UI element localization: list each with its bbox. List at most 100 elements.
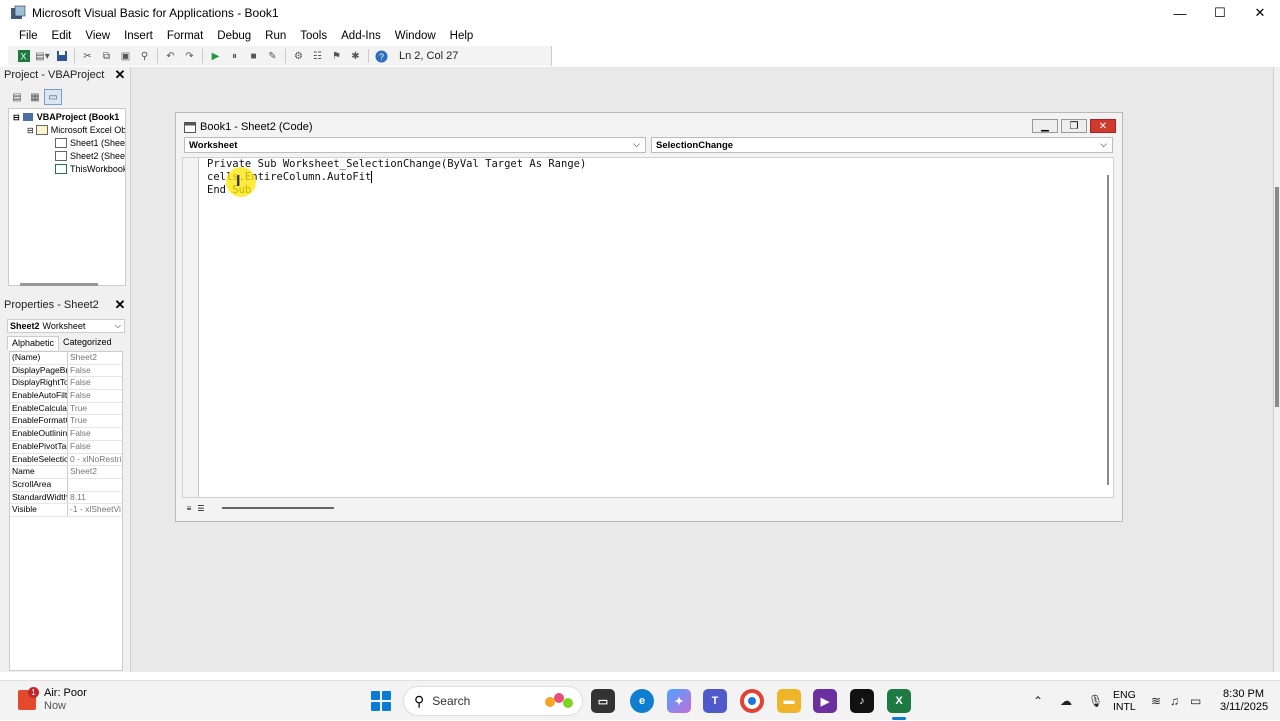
tree-item-vbaproject[interactable]: ⊟ VBAProject (Book1 [13,112,119,122]
project-explorer-icon[interactable]: ⚙ [289,48,308,64]
wifi-icon[interactable]: ≋ [1151,681,1161,721]
microphone-icon[interactable]: 🎙 [1088,681,1103,721]
maximize-button[interactable]: ☐ [1200,0,1240,26]
property-row[interactable]: DisplayRightTo False [10,377,122,391]
properties-header: Properties - Sheet2 ✕ [4,296,127,314]
menu-debug[interactable]: Debug [217,30,251,42]
file-explorer-icon[interactable]: ▬ [777,689,801,713]
property-row[interactable]: EnableCalculati True [10,402,122,416]
toggle-folders-icon[interactable]: ▭ [44,89,62,105]
cloud-sync-icon[interactable]: ☁ [1060,681,1072,721]
help-icon[interactable]: ? [372,48,391,64]
save-icon[interactable] [52,48,71,64]
code-line-1[interactable]: Private Sub Worksheet_SelectionChange(By… [207,158,586,170]
find-icon[interactable]: ⚲ [135,48,154,64]
code-editor[interactable]: Private Sub Worksheet_SelectionChange(By… [182,157,1114,498]
minimize-button[interactable]: — [1160,0,1200,26]
teams-icon[interactable]: T [703,689,727,713]
menu-bar: File Edit View Insert Format Debug Run T… [0,26,1280,46]
property-row[interactable]: EnableAutoFilte False [10,390,122,403]
design-mode-icon[interactable]: ✎ [263,48,282,64]
code-maximize-button[interactable]: ❐ [1061,119,1087,133]
procedure-combo[interactable]: SelectionChange ⌵ [651,137,1113,153]
property-row[interactable]: EnableSelectio 0 - xlNoRestri [10,453,122,467]
tab-alphabetic[interactable]: Alphabetic [7,336,60,350]
property-row[interactable]: ScrollArea [10,478,122,492]
tiktok-icon[interactable]: ♪ [850,689,874,713]
menu-tools[interactable]: Tools [300,30,327,42]
language-indicator[interactable]: ENG INTL [1113,689,1136,713]
tree-item-sheet1[interactable]: Sheet1 (Shee [55,138,125,148]
copilot-icon[interactable]: ✦ [667,689,691,713]
copy-icon[interactable]: ⧉ [97,48,116,64]
full-module-view-icon[interactable]: ☰ [195,502,207,514]
view-object-icon[interactable]: ▦ [26,89,44,105]
menu-edit[interactable]: Edit [52,30,72,42]
property-row[interactable]: EnablePivotTab False [10,440,122,454]
clipchamp-icon[interactable]: ▶ [813,689,837,713]
cut-icon[interactable]: ✂ [78,48,97,64]
taskbar-search[interactable]: ⚲ Search [403,686,583,716]
chrome-icon[interactable] [740,689,764,713]
battery-icon[interactable]: ▭ [1190,681,1201,721]
reset-icon[interactable]: ■ [244,48,263,64]
break-icon[interactable]: ⏸ [225,48,244,64]
svg-text:?: ? [379,52,384,62]
margin-indicator-bar[interactable] [183,158,199,497]
close-button[interactable]: ✕ [1240,0,1280,26]
toolbox-icon[interactable]: ✱ [346,48,365,64]
object-combo[interactable]: Worksheet ⌵ [184,137,646,153]
menu-insert[interactable]: Insert [124,30,153,42]
show-hidden-icons-icon[interactable]: ⌃ [1033,681,1043,721]
property-row[interactable]: (Name) Sheet2 [10,352,122,365]
menu-format[interactable]: Format [167,30,203,42]
menu-view[interactable]: View [85,30,110,42]
tree-item-sheet2[interactable]: Sheet2 (Shee [55,151,125,161]
right-scrollbar[interactable] [1273,67,1280,672]
edge-icon[interactable]: e [630,689,654,713]
property-row[interactable]: EnableOutlining False [10,428,122,441]
start-button[interactable] [371,691,391,711]
menu-file[interactable]: File [19,30,38,42]
close-properties-icon[interactable]: ✕ [113,297,127,312]
property-row[interactable]: EnableFormatC True [10,415,122,429]
code-minimize-button[interactable]: ▁ [1032,119,1058,133]
menu-window[interactable]: Window [395,30,436,42]
property-row[interactable]: Visible -1 - xlSheetVi [10,504,122,517]
excel-icon[interactable]: X [14,48,33,64]
task-view-icon[interactable]: ▭ [591,689,615,713]
properties-object-select[interactable]: Sheet2 Worksheet ⌵ [7,319,125,333]
code-close-button[interactable]: ✕ [1090,119,1116,133]
code-vertical-scrollbar[interactable] [1105,157,1115,497]
property-row[interactable]: DisplayPageBre False [10,364,122,378]
code-horizontal-scrollbar[interactable] [182,500,1114,514]
clock[interactable]: 8:30 PM 3/11/2025 [1220,688,1268,714]
property-row[interactable]: StandardWidth 8.11 [10,491,122,505]
insert-userform-icon[interactable]: ▤▾ [33,48,52,64]
tree-item-excel-objects[interactable]: ⊟ Microsoft Excel Ob [27,125,125,135]
tab-categorized[interactable]: Categorized [59,336,116,350]
object-browser-icon[interactable]: ⚑ [327,48,346,64]
sheet-icon [55,138,67,148]
property-row[interactable]: Name Sheet2 [10,466,122,479]
redo-icon[interactable]: ↷ [180,48,199,64]
properties-title: Properties - Sheet2 [4,299,99,311]
undo-icon[interactable]: ↶ [161,48,180,64]
tree-item-thisworkbook[interactable]: ThisWorkbook [55,164,125,174]
menu-help[interactable]: Help [450,30,474,42]
chevron-down-icon: ⌵ [1100,139,1107,149]
properties-window-icon[interactable]: ☷ [308,48,327,64]
excel-taskbar-icon[interactable]: X [887,689,911,713]
menu-run[interactable]: Run [265,30,286,42]
notification-badge: 1 [28,687,39,698]
procedure-view-icon[interactable]: ≡ [183,502,195,514]
project-tree-scrollbar[interactable] [20,283,98,286]
taskbar: 1 Air: Poor Now ⚲ Search ▭ e ✦ T ▬ ▶ ♪ X… [0,680,1280,720]
menu-add-ins[interactable]: Add-Ins [341,30,381,42]
view-code-icon[interactable]: ▤ [8,89,26,105]
close-project-explorer-icon[interactable]: ✕ [113,67,127,82]
weather-widget[interactable]: 1 Air: Poor Now [18,687,87,713]
run-icon[interactable]: ▶ [206,48,225,64]
paste-icon[interactable]: ▣ [116,48,135,64]
volume-icon[interactable]: ♫ [1170,681,1179,721]
